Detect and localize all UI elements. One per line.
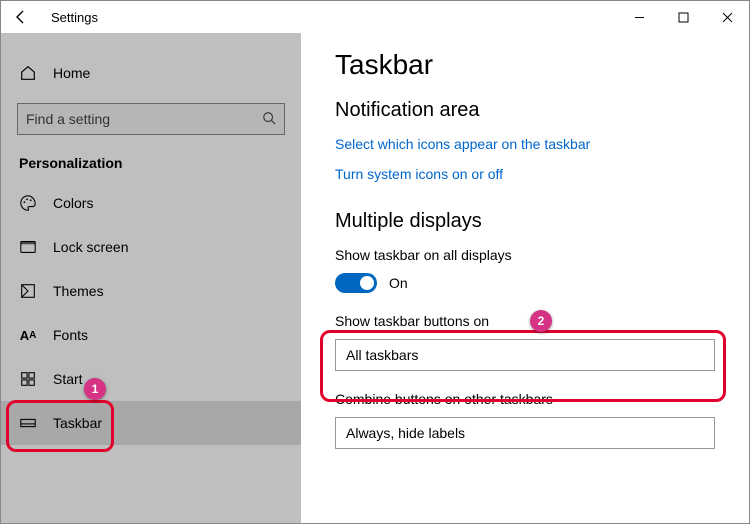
sidebar-section: Personalization bbox=[1, 149, 301, 181]
back-button[interactable] bbox=[1, 1, 41, 33]
window-title: Settings bbox=[41, 10, 98, 25]
search-input[interactable]: Find a setting bbox=[17, 103, 285, 135]
fonts-icon: AA bbox=[19, 328, 37, 343]
palette-icon bbox=[19, 194, 37, 212]
themes-icon bbox=[19, 282, 37, 300]
search-placeholder: Find a setting bbox=[26, 111, 110, 127]
notification-area-heading: Notification area bbox=[335, 99, 715, 122]
nav-home[interactable]: Home bbox=[1, 51, 301, 95]
dropdown-combine[interactable]: Always, hide labels bbox=[335, 417, 715, 449]
toggle-row: On bbox=[335, 273, 715, 293]
settings-window: Settings Home Find a setting bbox=[0, 0, 750, 524]
minimize-button[interactable] bbox=[617, 1, 661, 33]
link-system-icons[interactable]: Turn system icons on or off bbox=[335, 166, 715, 182]
page-title: Taskbar bbox=[335, 49, 715, 81]
home-icon bbox=[19, 64, 37, 82]
nav-home-label: Home bbox=[53, 65, 90, 81]
content-pane: Taskbar Notification area Select which i… bbox=[301, 33, 749, 523]
lockscreen-icon bbox=[19, 238, 37, 256]
setting-show-all-displays: Show taskbar on all displays On bbox=[335, 247, 715, 293]
sidebar-item-start[interactable]: Start bbox=[1, 357, 301, 401]
sidebar: Home Find a setting Personalization Colo… bbox=[1, 33, 301, 523]
sidebar-item-label: Lock screen bbox=[53, 239, 128, 255]
maximize-button[interactable] bbox=[661, 1, 705, 33]
window-body: Home Find a setting Personalization Colo… bbox=[1, 33, 749, 523]
sidebar-item-label: Colors bbox=[53, 195, 93, 211]
toggle-show-all[interactable] bbox=[335, 273, 377, 293]
start-icon bbox=[19, 370, 37, 388]
show-all-label: Show taskbar on all displays bbox=[335, 247, 715, 263]
taskbar-icon bbox=[19, 414, 37, 432]
sidebar-item-fonts[interactable]: AA Fonts bbox=[1, 313, 301, 357]
window-controls bbox=[617, 1, 749, 33]
sidebar-item-label: Themes bbox=[53, 283, 104, 299]
dropdown-value: Always, hide labels bbox=[346, 425, 465, 441]
multiple-displays-heading: Multiple displays bbox=[335, 210, 715, 233]
sidebar-item-colors[interactable]: Colors bbox=[1, 181, 301, 225]
sidebar-item-taskbar[interactable]: Taskbar bbox=[1, 401, 301, 445]
toggle-state: On bbox=[389, 275, 408, 291]
link-select-icons[interactable]: Select which icons appear on the taskbar bbox=[335, 136, 715, 152]
setting-combine-buttons: Combine buttons on other taskbars Always… bbox=[335, 391, 715, 449]
sidebar-item-lockscreen[interactable]: Lock screen bbox=[1, 225, 301, 269]
sidebar-item-label: Taskbar bbox=[53, 415, 102, 431]
search-wrap: Find a setting bbox=[17, 103, 285, 135]
search-icon bbox=[262, 111, 276, 128]
combine-label: Combine buttons on other taskbars bbox=[335, 391, 715, 407]
close-button[interactable] bbox=[705, 1, 749, 33]
setting-show-buttons-on: Show taskbar buttons on All taskbars bbox=[335, 313, 715, 371]
sidebar-item-label: Fonts bbox=[53, 327, 88, 343]
sidebar-item-themes[interactable]: Themes bbox=[1, 269, 301, 313]
titlebar: Settings bbox=[1, 1, 749, 33]
dropdown-value: All taskbars bbox=[346, 347, 418, 363]
dropdown-show-buttons[interactable]: All taskbars bbox=[335, 339, 715, 371]
show-buttons-label: Show taskbar buttons on bbox=[335, 313, 715, 329]
sidebar-item-label: Start bbox=[53, 371, 83, 387]
